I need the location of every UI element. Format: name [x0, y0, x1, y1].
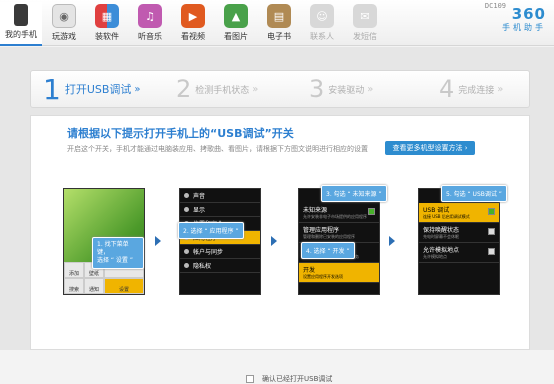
checkbox-checked-icon: [488, 208, 495, 215]
checkbox-icon[interactable]: [246, 375, 254, 383]
tab-ebooks[interactable]: ▤ 电子书: [258, 2, 300, 46]
menu-display: 显示: [180, 203, 260, 217]
contacts-icon: ☺: [310, 4, 334, 28]
step-2: 2 检测手机状态 »: [176, 75, 259, 103]
menu-search: 搜索: [64, 278, 84, 294]
tab-sms[interactable]: ✉ 发短信: [344, 2, 386, 46]
menu-settings: 设置: [104, 278, 144, 294]
sync-icon: [184, 249, 189, 254]
menu-accounts-sync: 帐户与同步: [180, 245, 260, 259]
double-chevron-icon: »: [252, 83, 259, 95]
double-chevron-icon: »: [367, 83, 374, 95]
instruction-panel: 请根据以下提示打开手机上的“USB调试”开关 开启这个开关，手机才能通过电脑装应…: [30, 115, 530, 383]
device-code: DC109: [484, 2, 506, 10]
tab-my-phone[interactable]: 我的手机: [0, 2, 42, 46]
menu-privacy: 隐私权: [180, 259, 260, 273]
option-manage-apps: 管理应用程序 管理和删除已安装的应用程序: [299, 223, 379, 243]
phone-icon: [14, 4, 28, 26]
sound-icon: [184, 193, 189, 198]
picture-icon: ▲: [224, 4, 248, 28]
checkbox-checked-icon: [368, 208, 375, 215]
tab-video[interactable]: ▶ 看视频: [172, 2, 214, 46]
brand-number: 360: [511, 5, 546, 23]
more-models-button[interactable]: 查看更多机型设置方法 ›: [385, 141, 475, 155]
menu-notify: 通知: [84, 278, 104, 294]
checkbox-icon: [488, 228, 495, 235]
double-chevron-icon: »: [497, 83, 504, 95]
phone-screenshot-development: USB 调试 连接 USB 后启用调试模式 保持唤醒状态 充电时屏幕不会休眠 允…: [418, 185, 507, 295]
step-4: 4 完成连接 »: [439, 75, 504, 103]
option-development: 开发 设置应用程序开发选项: [299, 263, 379, 283]
menu-sound: 声音: [180, 189, 260, 203]
step-3: 3 安装驱动 »: [309, 75, 374, 103]
step-1: 1 打开USB调试 »: [43, 72, 141, 106]
panel-description: 开启这个开关，手机才能通过电脑装应用、拷歌曲、看图片，请根据下方图文说明进行相应…: [67, 145, 368, 153]
tab-music[interactable]: ♫ 听音乐: [129, 2, 171, 46]
callout-step-2: 2. 选择 “ 应用程序 ”: [178, 222, 244, 239]
callout-step-3: 3. 勾选 “ 未知来源 ”: [321, 185, 387, 202]
tab-software[interactable]: ▦ 装软件: [86, 2, 128, 46]
display-icon: [184, 207, 189, 212]
music-icon: ♫: [138, 4, 162, 28]
tab-pictures[interactable]: ▲ 看图片: [215, 2, 257, 46]
phone-screenshot-home: 添加 壁纸 搜索 通知 设置 1. 找下菜单键， 选择 “ 设置 ”: [63, 188, 145, 295]
sms-icon: ✉: [353, 4, 377, 28]
main-area: 1 打开USB调试 » 2 检测手机状态 » 3 安装驱动 » 4 完成连接 »…: [0, 47, 554, 383]
callout-step-4: 4. 选择 “ 开发 ”: [301, 242, 355, 259]
tab-contacts[interactable]: ☺ 联系人: [301, 2, 343, 46]
phone-screenshot-applications: 未知来源 允许安装非电子市场提供的应用程序 管理应用程序 管理和删除已安装的应用…: [298, 185, 387, 295]
option-usb-debugging: USB 调试 连接 USB 后启用调试模式: [419, 203, 499, 223]
panel-title: 请根据以下提示打开手机上的“USB调试”开关: [67, 127, 294, 140]
ebook-icon: ▤: [267, 4, 291, 28]
menu-add: 添加: [64, 262, 84, 278]
option-stay-awake: 保持唤醒状态 充电时屏幕不会休眠: [419, 223, 499, 243]
top-toolbar: 我的手机 ◉ 玩游戏 ▦ 装软件 ♫ 听音乐 ▶ 看视频 ▲ 看图片 ▤ 电子书…: [0, 0, 554, 46]
brand-name: 手机助手: [502, 23, 546, 32]
double-chevron-icon: »: [134, 83, 141, 95]
arrow-right-icon: [271, 236, 277, 246]
callout-step-5: 5. 勾选 “ USB调试 ”: [441, 185, 507, 202]
option-unknown-sources: 未知来源 允许安装非电子市场提供的应用程序: [299, 203, 379, 223]
phone-screenshot-settings: 声音 显示 位置和安全 应用程序 帐户与同步 隐私权 2. 选择 “ 应用程序 …: [178, 188, 261, 295]
tab-games[interactable]: ◉ 玩游戏: [43, 2, 85, 46]
privacy-icon: [184, 263, 189, 268]
confirm-usb-debug-checkbox[interactable]: 确认已经打开USB调试: [246, 374, 332, 384]
arrow-right-icon: [389, 236, 395, 246]
apps-icon: ▦: [95, 4, 119, 28]
gamepad-icon: ◉: [52, 4, 76, 28]
arrow-right-icon: [155, 236, 161, 246]
checkbox-icon: [488, 248, 495, 255]
video-icon: ▶: [181, 4, 205, 28]
callout-step-1: 1. 找下菜单键， 选择 “ 设置 ”: [92, 237, 144, 269]
step-bar: 1 打开USB调试 » 2 检测手机状态 » 3 安装驱动 » 4 完成连接 »: [30, 70, 530, 108]
option-mock-locations: 允许模拟地点 允许模拟地点: [419, 243, 499, 263]
brand-logo: DC109 360 手机助手: [485, 2, 546, 33]
